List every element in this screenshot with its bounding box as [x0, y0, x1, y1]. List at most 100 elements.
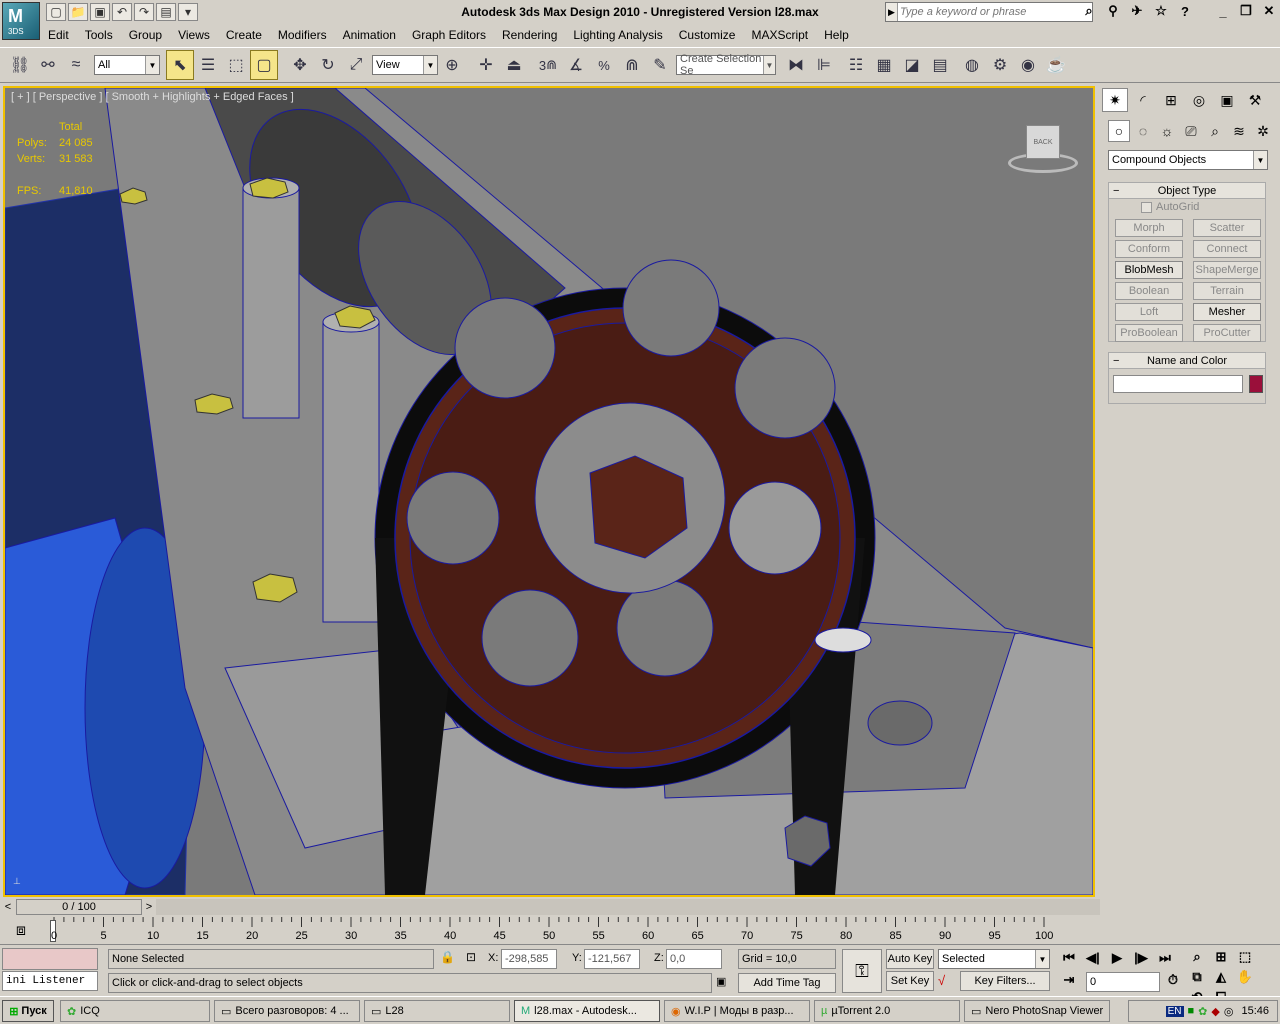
- current-frame-field[interactable]: 0: [1086, 972, 1160, 992]
- open-folder-icon[interactable]: 📁: [68, 3, 88, 21]
- mini-curve-editor-icon[interactable]: ⧈: [6, 918, 36, 944]
- menu-help[interactable]: Help: [816, 26, 857, 46]
- shapes-icon[interactable]: ◌: [1132, 120, 1154, 142]
- hold-icon[interactable]: ▤: [156, 3, 176, 21]
- maxscript-listener-output[interactable]: [2, 948, 98, 970]
- lock-selection-icon[interactable]: 🔒: [440, 950, 456, 968]
- procutter-button[interactable]: ProCutter: [1193, 324, 1261, 342]
- display-tab-icon[interactable]: ▣: [1214, 88, 1240, 112]
- mesher-button[interactable]: Mesher: [1193, 303, 1261, 321]
- systems-icon[interactable]: ✲: [1252, 120, 1274, 142]
- add-time-tag-button[interactable]: Add Time Tag: [738, 973, 836, 993]
- menu-group[interactable]: Group: [121, 26, 170, 46]
- render-setup-icon[interactable]: ⚙: [986, 50, 1014, 80]
- percent-snap-icon[interactable]: %: [590, 50, 618, 80]
- menu-views[interactable]: Views: [170, 26, 218, 46]
- connect-button[interactable]: Connect: [1193, 240, 1261, 258]
- play-icon[interactable]: ▶: [1106, 949, 1128, 967]
- rendered-frame-icon[interactable]: ◉: [1014, 50, 1042, 80]
- align-icon[interactable]: ⊫: [810, 50, 838, 80]
- key-mode-dropdown[interactable]: Selected ▼: [938, 949, 1050, 969]
- help-icon[interactable]: ?: [1174, 2, 1196, 20]
- conform-button[interactable]: Conform: [1115, 240, 1183, 258]
- time-tag-icon[interactable]: ▣: [716, 975, 732, 991]
- menu-create[interactable]: Create: [218, 26, 270, 46]
- selection-filter-dropdown[interactable]: All ▼: [94, 55, 160, 75]
- boolean-button[interactable]: Boolean: [1115, 282, 1183, 300]
- scatter-button[interactable]: Scatter: [1193, 219, 1261, 237]
- spacewarps-icon[interactable]: ≋: [1228, 120, 1250, 142]
- rectangular-selection-icon[interactable]: ⬚: [222, 50, 250, 80]
- task-firefox[interactable]: ◉ W.I.P | Моды в разр...: [664, 1000, 810, 1022]
- menu-animation[interactable]: Animation: [335, 26, 404, 46]
- zoom-icon[interactable]: ⌕: [1186, 948, 1208, 966]
- viewcube[interactable]: BACK: [1008, 123, 1078, 173]
- tray-icon-3[interactable]: ◆: [1211, 1005, 1219, 1018]
- communication-icon[interactable]: ✈: [1126, 2, 1148, 20]
- object-color-swatch[interactable]: [1249, 375, 1263, 393]
- pivot-center-icon[interactable]: ⊕: [438, 50, 466, 80]
- undo-icon[interactable]: ↶: [112, 3, 132, 21]
- morph-button[interactable]: Morph: [1115, 219, 1183, 237]
- search-input[interactable]: [900, 4, 1076, 20]
- move-icon[interactable]: ✥: [286, 50, 314, 80]
- menu-edit[interactable]: Edit: [40, 26, 77, 46]
- window-crossing-icon[interactable]: ▢: [250, 50, 278, 80]
- next-frame-icon[interactable]: >: [142, 898, 156, 916]
- field-of-view-icon[interactable]: ◭: [1210, 968, 1232, 986]
- graphite-ribbon-icon[interactable]: ▦: [870, 50, 898, 80]
- checkbox-box[interactable]: [1141, 201, 1152, 213]
- select-by-name-icon[interactable]: ☰: [194, 50, 222, 80]
- layer-manager-icon[interactable]: ☷: [842, 50, 870, 80]
- motion-tab-icon[interactable]: ◎: [1186, 88, 1212, 112]
- named-selection-dropdown[interactable]: Create Selection Se ▼: [676, 53, 776, 77]
- menu-maxscript[interactable]: MAXScript: [743, 26, 816, 46]
- angle-snap-icon[interactable]: ∡: [562, 50, 590, 80]
- tray-icon-2[interactable]: ✿: [1198, 1005, 1207, 1018]
- save-icon[interactable]: ▣: [90, 3, 110, 21]
- perspective-viewport[interactable]: [ + ] [ Perspective ] [ Smooth + Highlig…: [3, 86, 1095, 897]
- schematic-view-icon[interactable]: ▤: [926, 50, 954, 80]
- auto-key-button[interactable]: Auto Key: [886, 949, 934, 969]
- favorites-icon[interactable]: ☆: [1150, 2, 1172, 20]
- goto-end-icon[interactable]: ⏭: [1154, 949, 1176, 967]
- edit-named-selection-icon[interactable]: ✎: [646, 50, 674, 80]
- curve-editor-icon[interactable]: ◪: [898, 50, 926, 80]
- cameras-icon[interactable]: ⎚: [1180, 120, 1202, 142]
- task-3dsmax[interactable]: Ml28.max - Autodesk...: [514, 1000, 660, 1022]
- scale-icon[interactable]: ⤢: [342, 50, 370, 80]
- geometry-icon[interactable]: ○: [1108, 120, 1130, 142]
- z-coordinate-field[interactable]: 0,0: [666, 949, 722, 969]
- menu-tools[interactable]: Tools: [77, 26, 121, 46]
- menu-lighting-analysis[interactable]: Lighting Analysis: [565, 26, 670, 46]
- tray-icon-4[interactable]: ◎: [1224, 1005, 1234, 1018]
- viewport-label[interactable]: [ + ] [ Perspective ] [ Smooth + Highlig…: [11, 91, 294, 103]
- qat-dropdown-icon[interactable]: ▾: [178, 3, 198, 21]
- menu-graph-editors[interactable]: Graph Editors: [404, 26, 494, 46]
- select-object-icon[interactable]: ⬉: [166, 50, 194, 80]
- key-mode-toggle-icon[interactable]: ⇥: [1058, 971, 1080, 989]
- blobmesh-button[interactable]: BlobMesh: [1115, 261, 1183, 279]
- maxscript-listener[interactable]: ini Listener: [2, 971, 98, 991]
- zoom-all-icon[interactable]: ⊞: [1210, 948, 1232, 966]
- autogrid-checkbox[interactable]: AutoGrid: [1141, 201, 1199, 213]
- link-icon[interactable]: ⛓: [6, 50, 34, 80]
- task-chat[interactable]: ▭ Всего разговоров: 4 ...: [214, 1000, 360, 1022]
- menu-customize[interactable]: Customize: [671, 26, 744, 46]
- viewcube-face[interactable]: BACK: [1026, 125, 1060, 159]
- modify-tab-icon[interactable]: ◜: [1130, 88, 1156, 112]
- rotate-icon[interactable]: ↻: [314, 50, 342, 80]
- task-nero[interactable]: ▭ Nero PhotoSnap Viewer: [964, 1000, 1110, 1022]
- key-filters-button[interactable]: Key Filters...: [960, 971, 1050, 991]
- search-box[interactable]: ▶: [885, 2, 1093, 22]
- hierarchy-tab-icon[interactable]: ⊞: [1158, 88, 1184, 112]
- material-editor-icon[interactable]: ◍: [958, 50, 986, 80]
- default-tangent-icon[interactable]: √: [938, 973, 954, 991]
- bind-spacewarp-icon[interactable]: ≈: [62, 50, 90, 80]
- set-key-button[interactable]: Set Key: [886, 971, 934, 991]
- x-coordinate-field[interactable]: -298,585: [501, 949, 557, 969]
- absolute-mode-icon[interactable]: ⊡: [466, 950, 482, 968]
- reference-coord-dropdown[interactable]: View ▼: [372, 55, 438, 75]
- name-color-header[interactable]: − Name and Color: [1109, 353, 1265, 369]
- shapemerge-button[interactable]: ShapeMerge: [1193, 261, 1261, 279]
